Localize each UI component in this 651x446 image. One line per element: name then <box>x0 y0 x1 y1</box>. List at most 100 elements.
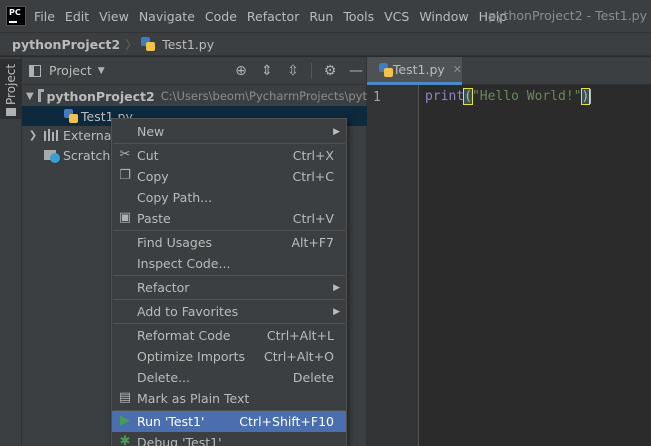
context-menu: New ▶ ✂ Cut Ctrl+X ❐ Copy Ctrl+C Copy Pa… <box>111 118 347 446</box>
menu-item-reformat-code-shortcut: Ctrl+Alt+L <box>266 328 334 343</box>
code-editor[interactable]: print("Hello World!") <box>420 85 651 446</box>
clipboard-icon: ▣ <box>118 210 132 225</box>
menu-item-inspect-code[interactable]: Inspect Code... <box>112 253 346 274</box>
menu-divider <box>113 299 345 300</box>
submenu-arrow-icon: ▶ <box>333 306 340 317</box>
chevron-down-icon[interactable]: ▼ <box>26 91 34 102</box>
scissors-icon: ✂ <box>119 147 131 162</box>
menu-file[interactable]: File <box>34 9 55 24</box>
copy-icon: ❐ <box>119 168 131 183</box>
chevron-down-icon[interactable]: ▼ <box>98 66 105 76</box>
menu-item-delete[interactable]: Delete... Delete <box>112 367 346 388</box>
panel-toolbar: ⊕ ⇕ ⇳ ⚙ — <box>233 63 374 79</box>
menu-item-find-usages-label: Find Usages <box>137 235 213 250</box>
menu-item-reformat-code[interactable]: Reformat Code Ctrl+Alt+L <box>112 325 346 346</box>
editor-tab-bar: Test1.py ✕ <box>367 57 651 85</box>
plain-text-icon: ▤ <box>118 390 132 405</box>
menu-item-delete-label: Delete... <box>137 370 190 385</box>
chevron-right-icon[interactable]: ❯ <box>26 130 40 141</box>
menu-item-add-to-favorites-label: Add to Favorites <box>137 304 239 319</box>
folder-icon <box>6 108 16 116</box>
menu-item-copy-label: Copy <box>137 169 169 184</box>
menu-code[interactable]: Code <box>205 9 237 24</box>
gear-icon[interactable]: ⚙ <box>322 63 338 79</box>
menu-divider <box>113 230 345 231</box>
menu-item-mark-plain-text[interactable]: ▤ Mark as Plain Text <box>112 388 346 409</box>
menu-item-optimize-imports-shortcut: Ctrl+Alt+O <box>264 349 334 364</box>
menu-bar: PC File Edit View Navigate Code Refactor… <box>0 0 651 32</box>
menu-item-run-shortcut: Ctrl+Shift+F10 <box>239 414 334 429</box>
project-view-icon <box>29 64 41 77</box>
breadcrumb-project[interactable]: pythonProject2 <box>12 37 120 52</box>
menu-item-cut-label: Cut <box>137 148 159 163</box>
menu-item-paste-shortcut: Ctrl+V <box>292 211 334 226</box>
window-title: pythonProject2 - Test1.py <box>488 8 647 23</box>
menu-divider <box>113 323 345 324</box>
menu-navigate[interactable]: Navigate <box>139 9 195 24</box>
bug-icon: ✱ <box>119 434 131 446</box>
menu-item-copy-path-label: Copy Path... <box>137 190 213 205</box>
chevron-right-icon: 〉 <box>125 37 138 52</box>
pycharm-logo-icon: PC <box>6 6 26 26</box>
line-number: 1 <box>373 90 381 105</box>
menu-item-delete-shortcut: Delete <box>292 370 334 385</box>
code-close-paren: ) <box>580 88 591 105</box>
editor-gutter: 1 <box>367 85 419 446</box>
code-line[interactable]: print("Hello World!") <box>425 88 592 105</box>
menu-item-cut-shortcut: Ctrl+X <box>292 148 334 163</box>
menu-item-new-label: New <box>137 124 165 139</box>
text-caret <box>589 89 592 104</box>
run-icon: ▶ <box>120 413 130 428</box>
menu-refactor[interactable]: Refactor <box>247 9 299 24</box>
scratches-icon <box>44 148 60 163</box>
menu-item-new[interactable]: New ▶ <box>112 121 346 142</box>
code-function: print <box>425 89 465 104</box>
locate-icon[interactable]: ⊕ <box>233 63 249 79</box>
menu-item-refactor[interactable]: Refactor ▶ <box>112 277 346 298</box>
menu-item-cut[interactable]: ✂ Cut Ctrl+X <box>112 145 346 166</box>
tree-item-project-root[interactable]: ▼ pythonProject2 C:\Users\beom\PycharmPr… <box>22 86 367 106</box>
menu-tools[interactable]: Tools <box>343 9 374 24</box>
toolbar-divider <box>311 63 312 79</box>
menu-item-run-label: Run 'Test1' <box>137 414 205 429</box>
menu-item-find-usages[interactable]: Find Usages Alt+F7 <box>112 232 346 253</box>
project-tool-label: Project <box>4 63 18 105</box>
menu-item-debug[interactable]: ✱ Debug 'Test1' <box>112 432 346 446</box>
menu-vcs[interactable]: VCS <box>384 9 409 24</box>
python-file-icon <box>379 62 393 77</box>
menu-edit[interactable]: Edit <box>65 9 89 24</box>
project-panel-header: Project ▼ ⊕ ⇕ ⇳ ⚙ — <box>22 57 366 85</box>
library-icon <box>44 129 58 141</box>
collapse-all-icon[interactable]: ⇳ <box>285 63 301 79</box>
menu-item-refactor-label: Refactor <box>137 280 190 295</box>
submenu-arrow-icon: ▶ <box>333 282 340 293</box>
menu-item-copy-path[interactable]: Copy Path... <box>112 187 346 208</box>
python-file-icon <box>141 37 156 51</box>
menu-item-mark-plain-text-label: Mark as Plain Text <box>137 391 250 406</box>
menu-item-add-to-favorites[interactable]: Add to Favorites ▶ <box>112 301 346 322</box>
code-string: "Hello World!" <box>471 89 582 104</box>
python-file-icon <box>64 109 78 123</box>
close-icon[interactable]: ✕ <box>453 63 462 76</box>
menu-item-paste-label: Paste <box>137 211 171 226</box>
menu-window[interactable]: Window <box>419 9 468 24</box>
menu-item-optimize-imports-label: Optimize Imports <box>137 349 246 364</box>
project-view-title[interactable]: Project <box>49 63 92 78</box>
menu-item-run[interactable]: ▶ Run 'Test1' Ctrl+Shift+F10 <box>112 411 346 432</box>
menu-item-paste[interactable]: ▣ Paste Ctrl+V <box>112 208 346 229</box>
menu-item-debug-label: Debug 'Test1' <box>137 435 222 446</box>
menu-item-reformat-code-label: Reformat Code <box>137 328 231 343</box>
menu-divider <box>113 143 345 144</box>
expand-all-icon[interactable]: ⇕ <box>259 63 275 79</box>
menu-view[interactable]: View <box>99 9 129 24</box>
menu-divider <box>113 275 345 276</box>
menu-item-optimize-imports[interactable]: Optimize Imports Ctrl+Alt+O <box>112 346 346 367</box>
breadcrumb-file[interactable]: Test1.py <box>162 37 214 52</box>
menu-run[interactable]: Run <box>309 9 333 24</box>
menu-item-inspect-code-label: Inspect Code... <box>137 256 231 271</box>
minimize-icon[interactable]: — <box>348 63 364 79</box>
project-root-name: pythonProject2 <box>46 88 155 104</box>
tab-test1[interactable]: Test1.py ✕ <box>367 57 462 85</box>
menu-item-copy[interactable]: ❐ Copy Ctrl+C <box>112 166 346 187</box>
submenu-arrow-icon: ▶ <box>333 126 340 137</box>
